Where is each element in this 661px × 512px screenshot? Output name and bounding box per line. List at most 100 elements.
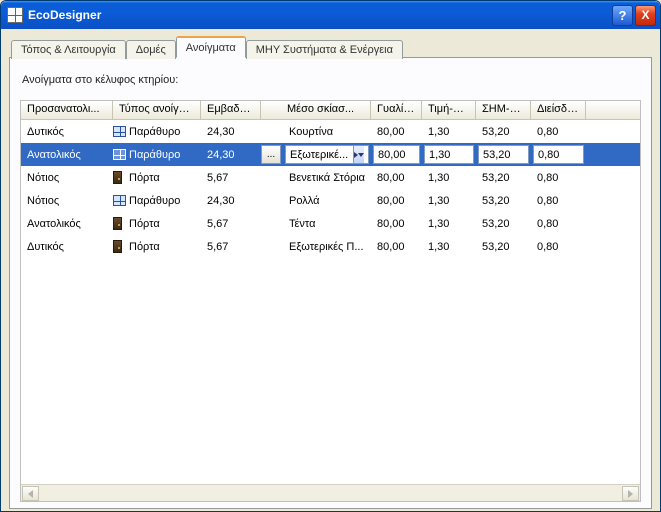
cell-area: 5,67 bbox=[201, 166, 261, 189]
cell-shading: Εξωτερικές Π... bbox=[283, 235, 371, 258]
tab-structures[interactable]: Δομές bbox=[126, 40, 176, 59]
help-button[interactable]: ? bbox=[612, 5, 633, 26]
col-glass[interactable]: Γυαλί % bbox=[371, 101, 422, 120]
window-icon bbox=[113, 149, 126, 160]
cell-type-icon bbox=[113, 166, 127, 189]
cell-shmts: 53,20 bbox=[476, 212, 531, 235]
tab-openings[interactable]: Ανοίγματα bbox=[176, 36, 246, 58]
cell-u-value[interactable]: 1,30 bbox=[422, 143, 476, 166]
col-infiltration[interactable]: Διείσδυσ... bbox=[531, 101, 586, 120]
cell-edit-button bbox=[261, 166, 283, 189]
table-row[interactable]: ΝότιοςΠαράθυρο24,30Ρολλά80,001,3053,200,… bbox=[21, 189, 640, 212]
cell-shading: Ρολλά bbox=[283, 189, 371, 212]
cell-type-icon bbox=[113, 143, 127, 166]
numeric-input[interactable]: 53,20 bbox=[478, 145, 529, 164]
chevron-right-icon[interactable] bbox=[353, 146, 364, 163]
cell-opening-type: Πόρτα bbox=[127, 235, 201, 258]
cell-shmts: 53,20 bbox=[476, 235, 531, 258]
cell-area: 24,30 bbox=[201, 120, 261, 143]
cell-type-icon bbox=[113, 120, 127, 143]
table-row[interactable]: ΔυτικόςΠόρτα5,67Εξωτερικές Π...80,001,30… bbox=[21, 235, 640, 258]
cell-glass: 80,00 bbox=[371, 189, 422, 212]
cell-edit-button bbox=[261, 120, 283, 143]
tabstrip: Τόπος & Λειτουργία Δομές Ανοίγματα MHY Σ… bbox=[9, 37, 652, 58]
window-frame: EcoDesigner ? X Τόπος & Λειτουργία Δομές… bbox=[0, 0, 661, 512]
cell-shading: Βενετικά Στόρια bbox=[283, 166, 371, 189]
cell-glass: 80,00 bbox=[371, 120, 422, 143]
cell-infiltration: 0,80 bbox=[531, 235, 586, 258]
ellipsis-button[interactable]: ... bbox=[261, 145, 281, 164]
cell-shmts: 53,20 bbox=[476, 189, 531, 212]
door-icon bbox=[113, 171, 122, 184]
close-button[interactable]: X bbox=[635, 5, 656, 26]
cell-shading[interactable]: Εξωτερικέ... bbox=[283, 143, 371, 166]
table-row[interactable]: Νότιος Πόρτα5,67 Βενετικά Στόρια80,001,305… bbox=[21, 166, 640, 189]
table-header: Προσανατολι... Τύπος ανοίγμ... Εμβαδόν..… bbox=[21, 101, 640, 120]
door-icon bbox=[113, 217, 122, 230]
cell-edit-button bbox=[261, 235, 283, 258]
cell-shading: Κουρτίνα bbox=[283, 120, 371, 143]
table-row[interactable]: ΑνατολικόςΠόρτα5,67Τέντα80,001,3053,200,… bbox=[21, 212, 640, 235]
cell-type-icon bbox=[113, 235, 127, 258]
cell-shmts: 53,20 bbox=[476, 120, 531, 143]
cell-shmts[interactable]: 53,20 bbox=[476, 143, 531, 166]
cell-u-value: 1,30 bbox=[422, 166, 476, 189]
cell-shmts: 53,20 bbox=[476, 166, 531, 189]
cell-edit-button[interactable]: ... bbox=[261, 143, 283, 166]
horizontal-scrollbar[interactable] bbox=[21, 484, 640, 501]
cell-infiltration[interactable]: 0,80 bbox=[531, 143, 586, 166]
door-icon bbox=[113, 240, 122, 253]
cell-edit-button bbox=[261, 189, 283, 212]
table-row[interactable]: ΔυτικόςΠαράθυρο24,30Κουρτίνα80,001,3053,… bbox=[21, 120, 640, 143]
window-title: EcoDesigner bbox=[28, 8, 612, 22]
cell-opening-type: Πόρτα bbox=[127, 166, 201, 189]
cell-opening-type: Πόρτα bbox=[127, 212, 201, 235]
scroll-left-button[interactable] bbox=[22, 486, 39, 501]
numeric-input[interactable]: 80,00 bbox=[373, 145, 420, 164]
col-area[interactable]: Εμβαδόν... bbox=[201, 101, 261, 120]
cell-edit-button bbox=[261, 212, 283, 235]
cell-area: 24,30 bbox=[201, 143, 261, 166]
cell-area: 5,67 bbox=[201, 235, 261, 258]
cell-u-value: 1,30 bbox=[422, 212, 476, 235]
cell-u-value: 1,30 bbox=[422, 189, 476, 212]
numeric-input[interactable]: 0,80 bbox=[533, 145, 584, 164]
tab-panel-openings: Ανοίγματα στο κέλυφος κτηρίου: Προσανατο… bbox=[9, 57, 652, 509]
cell-orientation: Ανατολικός bbox=[21, 143, 113, 166]
cell-orientation: Δυτικός bbox=[21, 120, 113, 143]
client-area: Τόπος & Λειτουργία Δομές Ανοίγματα MHY Σ… bbox=[1, 29, 660, 511]
cell-area: 24,30 bbox=[201, 189, 261, 212]
col-opening-type[interactable]: Τύπος ανοίγμ... bbox=[113, 101, 201, 120]
cell-type-icon bbox=[113, 189, 127, 212]
table-row[interactable]: Ανατολικός Παράθυρο24,30...Εξωτερικέ...80… bbox=[21, 143, 640, 166]
cell-orientation: Ανατολικός bbox=[21, 212, 113, 235]
cell-glass[interactable]: 80,00 bbox=[371, 143, 422, 166]
app-icon bbox=[7, 7, 23, 23]
cell-type-icon bbox=[113, 212, 127, 235]
col-orientation[interactable]: Προσανατολι... bbox=[21, 101, 113, 120]
cell-orientation: Νότιος bbox=[21, 166, 113, 189]
tab-location[interactable]: Τόπος & Λειτουργία bbox=[11, 40, 126, 59]
col-u-value[interactable]: Τιμή-U[... bbox=[422, 101, 476, 120]
window-icon bbox=[113, 126, 126, 137]
openings-table: Προσανατολι... Τύπος ανοίγμ... Εμβαδόν..… bbox=[20, 100, 641, 502]
col-shading[interactable]: Μέσο σκίασ... bbox=[283, 101, 371, 120]
cell-orientation: Δυτικός bbox=[21, 235, 113, 258]
titlebar-buttons: ? X bbox=[612, 5, 656, 26]
col-spacer bbox=[261, 101, 283, 120]
cell-shading: Τέντα bbox=[283, 212, 371, 235]
cell-opening-type: Παράθυρο bbox=[127, 143, 201, 166]
cell-u-value: 1,30 bbox=[422, 120, 476, 143]
cell-opening-type: Παράθυρο bbox=[127, 189, 201, 212]
cell-glass: 80,00 bbox=[371, 212, 422, 235]
cell-glass: 80,00 bbox=[371, 235, 422, 258]
col-shmts[interactable]: ΣΗΜ-TS... bbox=[476, 101, 531, 120]
shading-dropdown[interactable]: Εξωτερικέ... bbox=[285, 145, 369, 164]
cell-glass: 80,00 bbox=[371, 166, 422, 189]
scroll-right-button[interactable] bbox=[622, 486, 639, 501]
col-padding bbox=[586, 101, 640, 120]
titlebar[interactable]: EcoDesigner ? X bbox=[1, 1, 660, 29]
cell-infiltration: 0,80 bbox=[531, 189, 586, 212]
numeric-input[interactable]: 1,30 bbox=[424, 145, 474, 164]
tab-mhy-energy[interactable]: MHY Συστήματα & Ενέργεια bbox=[246, 40, 403, 59]
